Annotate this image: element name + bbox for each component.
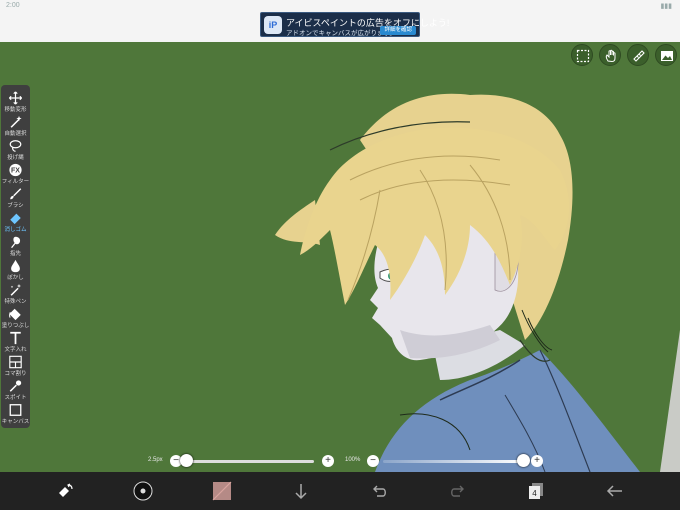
color-button[interactable] <box>207 476 237 506</box>
tool-label: キャンバス <box>1 419 30 425</box>
ad-banner[interactable]: iP アイビスペイントの広告をオフにしよう! アドオンでキャンバスが広がります。… <box>260 12 449 37</box>
tool-label: 特殊ペン <box>4 299 27 305</box>
undo-button[interactable] <box>364 476 394 506</box>
tool-frame-divider[interactable]: コマ割り <box>1 355 30 379</box>
layers-icon: 4 <box>529 483 543 499</box>
blur-drop-icon <box>11 259 20 273</box>
ruler-button[interactable] <box>627 44 649 66</box>
brush-size-value: 2.5px <box>148 457 163 463</box>
brush-icon <box>10 188 22 200</box>
eraser-swap-icon <box>59 483 73 497</box>
ibispaint-logo: iP <box>264 16 282 34</box>
arrow-left-icon <box>606 485 622 497</box>
tool-filter[interactable]: FX フィルター <box>1 163 30 187</box>
size-increase-button[interactable]: + <box>322 455 334 467</box>
hand-button[interactable] <box>599 44 621 66</box>
tool-canvas[interactable]: キャンバス <box>1 403 30 427</box>
tool-brush[interactable]: ブラシ <box>1 187 30 211</box>
opacity-increase-button[interactable]: + <box>531 455 543 467</box>
bottom-bar: 4 <box>0 472 680 510</box>
eraser-icon <box>10 213 21 225</box>
status-time: 2:00 <box>6 2 20 9</box>
tool-lasso[interactable]: 投げ縄 <box>1 139 30 163</box>
opacity-slider[interactable] <box>383 460 523 463</box>
fill-bucket-icon <box>9 308 21 321</box>
layers-button[interactable]: 4 <box>521 476 551 506</box>
tool-blur[interactable]: ぼかし <box>1 259 30 283</box>
tool-label: 文字入れ <box>4 347 27 353</box>
tool-label: 自動選択 <box>4 131 27 137</box>
color-swatch-icon <box>212 481 232 501</box>
redo-button[interactable] <box>443 476 473 506</box>
opacity-decrease-button[interactable]: − <box>367 455 379 467</box>
text-icon <box>10 331 21 345</box>
drawing-canvas[interactable] <box>0 42 680 472</box>
tool-text[interactable]: 文字入れ <box>1 331 30 355</box>
tool-auto-select[interactable]: 自動選択 <box>1 115 30 139</box>
brush-sliders: 2.5px − + 100% − + <box>140 452 550 470</box>
back-button[interactable] <box>600 476 630 506</box>
tool-label: 指先 <box>9 251 21 257</box>
lasso-icon <box>9 140 22 152</box>
tool-label: 消しゴム <box>4 227 27 233</box>
layer-down-button[interactable] <box>286 476 316 506</box>
status-right: ▮▮▮ <box>660 3 672 10</box>
tool-special-pen[interactable]: 特殊ペン <box>1 283 30 307</box>
hand-icon <box>605 49 616 63</box>
tool-label: フィルター <box>1 179 30 185</box>
brush-size-slider[interactable] <box>186 460 314 463</box>
tool-label: 塗りつぶし <box>1 323 30 329</box>
tool-label: ぼかし <box>7 275 24 281</box>
tool-label: 投げ縄 <box>7 155 24 161</box>
selection-icon <box>576 49 590 63</box>
brush-size-button[interactable] <box>128 476 158 506</box>
tool-label: ブラシ <box>7 203 24 209</box>
selection-button[interactable] <box>571 44 593 66</box>
canvas-icon <box>9 404 22 416</box>
opacity-thumb[interactable] <box>517 454 530 467</box>
image-icon <box>661 51 673 61</box>
magic-wand-icon <box>10 115 22 128</box>
brush-preview-icon <box>133 481 153 501</box>
undo-icon <box>373 485 386 497</box>
tool-label: スポイト <box>4 395 27 401</box>
ruler-icon <box>633 50 645 62</box>
tool-switch-button[interactable] <box>50 476 80 506</box>
redo-icon <box>451 485 464 497</box>
tool-panel: 移動変形 自動選択 投げ縄 FX フィルター ブラシ 消しゴム 指先 ぼかし 特… <box>1 85 30 428</box>
brush-size-thumb[interactable] <box>180 454 193 467</box>
tool-fill[interactable]: 塗りつぶし <box>1 307 30 331</box>
fx-icon: FX <box>9 163 22 177</box>
reference-window-button[interactable] <box>655 44 677 66</box>
tool-label: コマ割り <box>4 371 27 377</box>
eyedropper-icon <box>9 380 22 392</box>
ad-subtitle: アドオンでキャンバスが広がります。 <box>286 30 396 37</box>
tool-label: 移動変形 <box>4 107 27 113</box>
tool-smudge[interactable]: 指先 <box>1 235 30 259</box>
layer-count: 4 <box>532 489 537 498</box>
move-icon <box>8 91 23 105</box>
smudge-icon <box>11 236 21 249</box>
special-pen-icon <box>10 283 22 296</box>
svg-text:FX: FX <box>11 168 20 175</box>
arrow-down-icon <box>295 484 307 500</box>
ad-details-button[interactable]: 詳細を確認 <box>380 26 416 35</box>
opacity-value: 100% <box>345 457 361 463</box>
tool-eraser[interactable]: 消しゴム <box>1 211 30 235</box>
frame-divider-icon <box>9 355 22 369</box>
tool-eyedropper[interactable]: スポイト <box>1 379 30 403</box>
tool-move[interactable]: 移動変形 <box>1 91 30 115</box>
